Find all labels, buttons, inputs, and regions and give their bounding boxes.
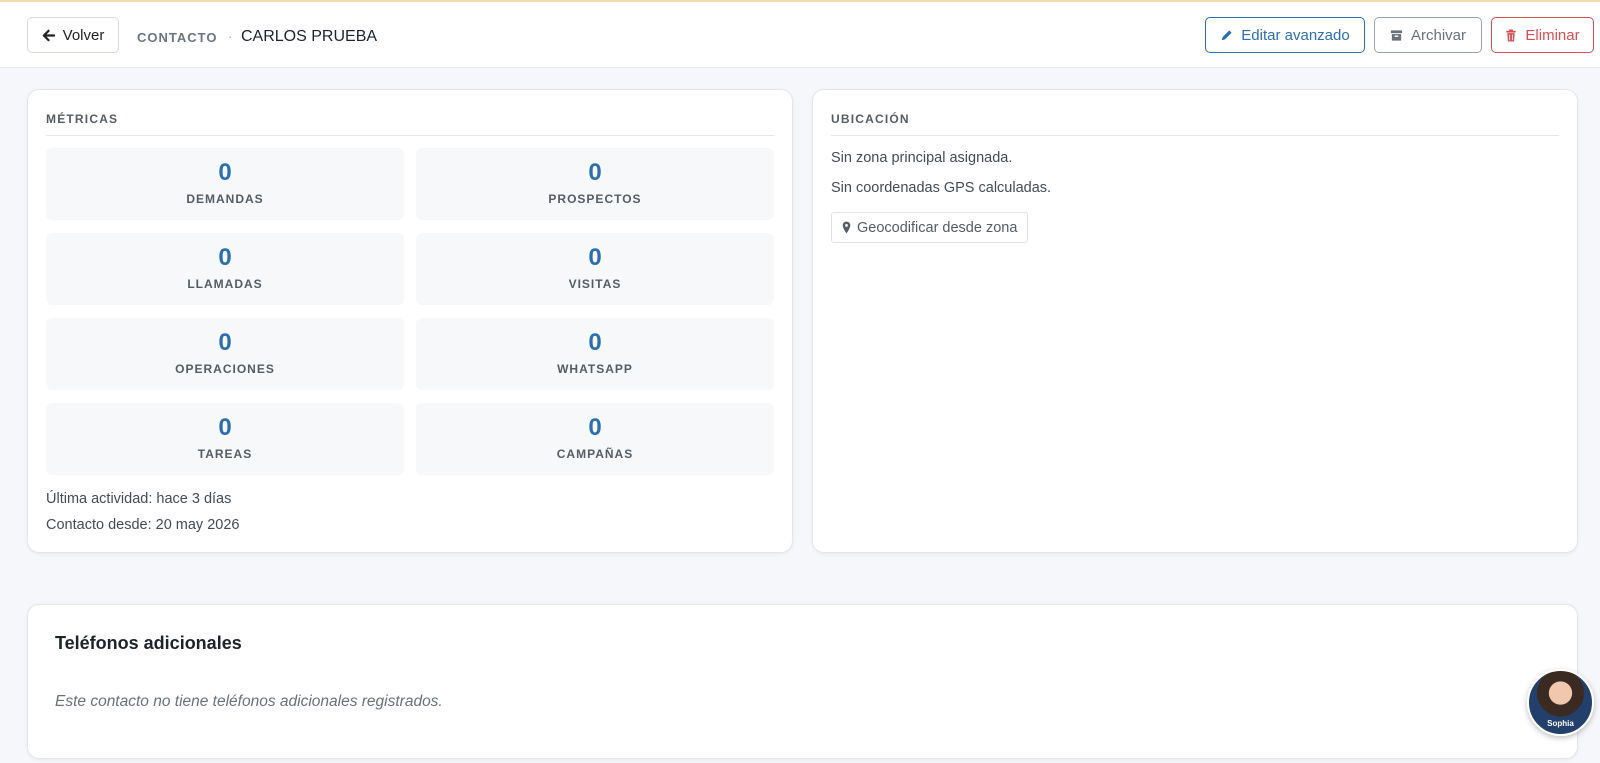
metric-value: 0 [218,244,232,271]
additional-phones-card: Teléfonos adicionales Este contacto no t… [27,604,1578,759]
metric-value: 0 [588,244,602,271]
divider [46,135,774,136]
metric-label: WHATSAPP [557,362,633,376]
metrics-card: MÉTRICAS 0 DEMANDAS 0 PROSPECTOS 0 LLAMA… [27,89,793,553]
metric-visitas: 0 VISITAS [416,233,774,305]
archive-button[interactable]: Archivar [1374,17,1482,53]
metric-llamadas: 0 LLAMADAS [46,233,404,305]
metric-label: LLAMADAS [187,277,263,291]
metric-value: 0 [588,159,602,186]
back-button[interactable]: Volver [27,17,119,53]
metric-value: 0 [588,414,602,441]
assistant-name: Sophia [1547,719,1574,728]
metric-value: 0 [218,159,232,186]
no-zone-text: Sin zona principal asignada. [831,150,1013,166]
metric-label: VISITAS [568,277,622,291]
location-card: UBICACIÓN Sin zona principal asignada. S… [812,89,1578,553]
map-marker-icon [842,221,851,234]
metrics-title: MÉTRICAS [46,112,119,126]
breadcrumb-separator: · [228,29,233,44]
page-header: Volver CONTACTO · CARLOS PRUEBA Editar a… [0,2,1600,68]
metric-label: TAREAS [197,447,253,461]
metric-campanas: 0 CAMPAÑAS [416,403,774,475]
page-title: CARLOS PRUEBA [241,28,378,45]
delete-label: Eliminar [1525,26,1580,44]
contact-since-text: Contacto desde: 20 may 2026 [46,517,240,533]
back-button-label: Volver [62,26,105,44]
breadcrumb-section: CONTACTO [137,30,218,45]
metric-label: CAMPAÑAS [556,447,634,461]
metric-prospectos: 0 PROSPECTOS [416,148,774,220]
last-activity-text: Última actividad: hace 3 días [46,491,232,507]
edit-advanced-label: Editar avanzado [1241,26,1350,44]
divider [831,135,1559,136]
metric-label: OPERACIONES [175,362,275,376]
phones-title: Teléfonos adicionales [55,633,242,653]
metric-label: DEMANDAS [186,192,264,206]
archive-label: Archivar [1410,26,1466,44]
pencil-icon [1220,29,1233,42]
metric-value: 0 [588,329,602,356]
metric-label: PROSPECTOS [548,192,642,206]
arrow-left-icon [42,29,55,42]
location-title: UBICACIÓN [831,112,910,126]
edit-advanced-button[interactable]: Editar avanzado [1205,17,1365,53]
geocode-label: Geocodificar desde zona [857,219,1018,236]
geocode-button[interactable]: Geocodificar desde zona [831,212,1029,243]
metric-tareas: 0 TAREAS [46,403,404,475]
delete-button[interactable]: Eliminar [1491,17,1594,53]
assistant-avatar-button[interactable]: Sophia [1527,669,1594,736]
metric-whatsapp: 0 WHATSAPP [416,318,774,390]
metric-demandas: 0 DEMANDAS [46,148,404,220]
phones-empty-text: Este contacto no tiene teléfonos adicion… [55,693,443,710]
archive-icon [1390,29,1403,42]
no-gps-text: Sin coordenadas GPS calculadas. [831,180,1052,196]
metric-operaciones: 0 OPERACIONES [46,318,404,390]
metric-value: 0 [218,329,232,356]
metric-value: 0 [218,414,232,441]
trash-icon [1505,28,1517,42]
